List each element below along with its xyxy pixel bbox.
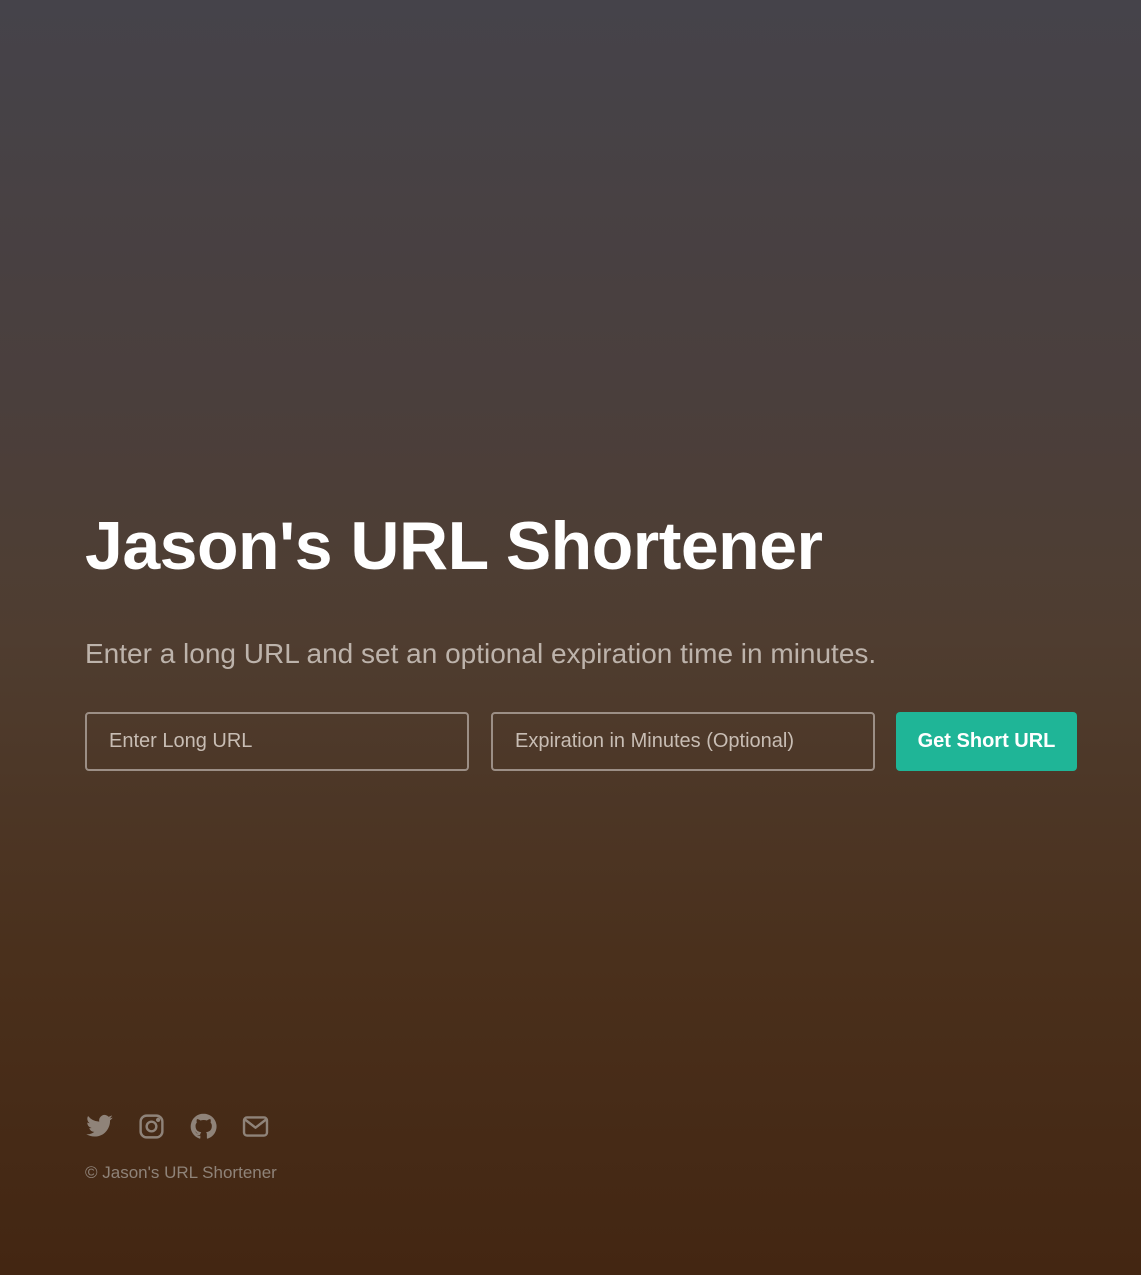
social-links [85, 1112, 277, 1141]
page-title: Jason's URL Shortener [85, 508, 823, 584]
twitter-icon[interactable] [85, 1112, 114, 1141]
shorten-form: Get Short URL [85, 712, 1077, 771]
copyright-text: © Jason's URL Shortener [85, 1163, 277, 1182]
long-url-input[interactable] [85, 712, 469, 771]
get-short-url-button[interactable]: Get Short URL [896, 712, 1077, 771]
expiration-input[interactable] [491, 712, 875, 771]
mail-icon[interactable] [241, 1112, 270, 1141]
github-icon[interactable] [189, 1112, 218, 1141]
page-subtitle: Enter a long URL and set an optional exp… [85, 638, 877, 669]
hero-section: Jason's URL Shortener Enter a long URL a… [85, 508, 1077, 771]
instagram-icon[interactable] [137, 1112, 166, 1141]
footer: © Jason's URL Shortener [85, 1112, 277, 1183]
